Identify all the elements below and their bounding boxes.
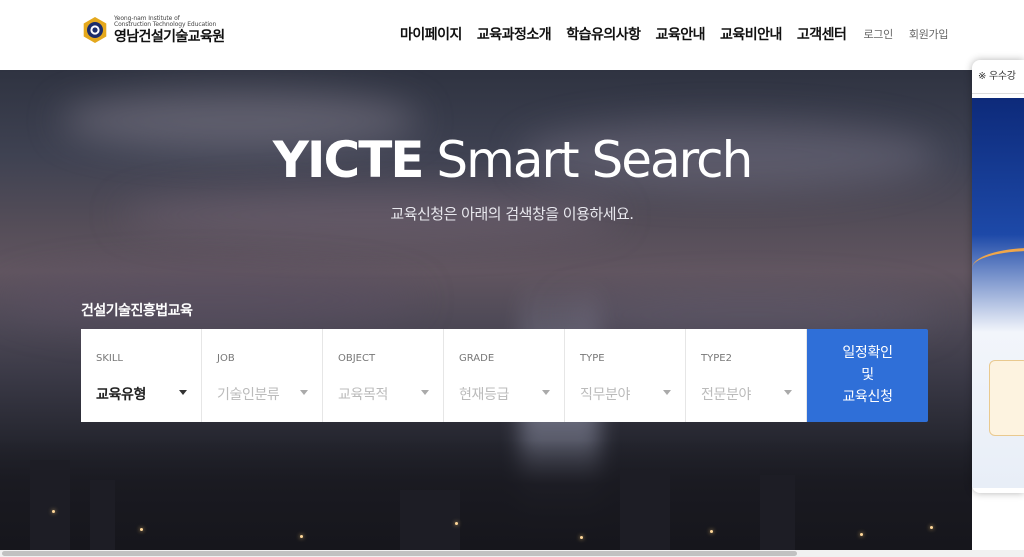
nav-item-courses[interactable]: 교육과정소개 <box>477 24 552 44</box>
grade-select[interactable]: GRADE 현재등급 <box>444 329 565 422</box>
horizontal-scrollbar-thumb[interactable] <box>2 551 797 556</box>
logo-subtitle-line2: Construction Technology Education <box>114 21 217 28</box>
hero-city-light <box>930 526 933 529</box>
object-select-label: OBJECT <box>338 353 376 364</box>
nav-item-fee-guide[interactable]: 교육비안내 <box>720 24 782 44</box>
schedule-apply-button-line2: 및 <box>861 367 874 383</box>
object-select[interactable]: OBJECT 교육목적 <box>323 329 444 422</box>
type-select[interactable]: TYPE 직무분야 <box>565 329 686 422</box>
signup-link[interactable]: 회원가입 <box>909 26 949 42</box>
side-panel-divider <box>972 93 1024 94</box>
chevron-down-icon <box>421 390 429 395</box>
login-link[interactable]: 로그인 <box>863 26 893 42</box>
main-nav: 마이페이지 교육과정소개 학습유의사항 교육안내 교육비안내 고객센터 로그인 … <box>400 24 962 44</box>
smart-search-bar: SKILL 교육유형 JOB 기술인분류 OBJECT 교육목적 GRADE 현… <box>81 329 928 422</box>
side-panel-banner[interactable] <box>972 98 1024 488</box>
hero-cityscape <box>0 440 972 550</box>
hero-title: YICTE Smart Search <box>0 131 1024 189</box>
chevron-down-icon <box>542 390 550 395</box>
hero-title-rest: Smart Search <box>436 131 753 189</box>
nav-item-education-guide[interactable]: 교육안내 <box>655 24 705 44</box>
horizontal-scrollbar[interactable] <box>0 550 1024 557</box>
type-select-label: TYPE <box>580 353 605 364</box>
skill-select-label: SKILL <box>96 353 123 364</box>
hero-building <box>400 490 460 550</box>
hero-city-light <box>710 530 713 533</box>
hero-city-light <box>300 535 303 538</box>
skill-select-value: 교육유형 <box>96 387 146 403</box>
hero-subtitle: 교육신청은 아래의 검색창을 이용하세요. <box>390 205 634 223</box>
side-promo-panel[interactable]: ※ 우수강 <box>972 60 1024 493</box>
hero-city-light <box>140 528 143 531</box>
hero-city-light <box>455 522 458 525</box>
side-panel-curve <box>972 248 1024 288</box>
job-select[interactable]: JOB 기술인분류 <box>202 329 323 422</box>
chevron-down-icon <box>179 390 187 395</box>
hero-cloud <box>0 270 420 330</box>
hero-building <box>760 475 795 550</box>
side-panel-box <box>989 360 1024 436</box>
job-select-label: JOB <box>217 353 235 364</box>
site-logo[interactable]: Yeong-nam Institute of Construction Tech… <box>81 16 225 44</box>
hero-city-light <box>580 536 583 539</box>
job-select-value: 기술인분류 <box>217 387 280 403</box>
hero-building <box>30 460 70 550</box>
chevron-down-icon <box>784 390 792 395</box>
hero-city-light <box>52 510 55 513</box>
nav-item-mypage[interactable]: 마이페이지 <box>400 24 462 44</box>
type-select-value: 직무분야 <box>580 387 630 403</box>
skill-select[interactable]: SKILL 교육유형 <box>81 329 202 422</box>
side-panel-notice: ※ 우수강 <box>978 71 1016 82</box>
object-select-value: 교육목적 <box>338 387 388 403</box>
type2-select[interactable]: TYPE2 전문분야 <box>686 329 807 422</box>
grade-select-label: GRADE <box>459 353 495 364</box>
nav-item-learning-notes[interactable]: 학습유의사항 <box>566 24 641 44</box>
search-section-label: 건설기술진흥법교육 <box>81 303 193 319</box>
chevron-down-icon <box>663 390 671 395</box>
type2-select-value: 전문분야 <box>701 387 751 403</box>
logo-name: 영남건설기술교육원 <box>114 29 225 45</box>
schedule-apply-button[interactable]: 일정확인 및 교육신청 <box>807 329 928 422</box>
type2-select-label: TYPE2 <box>701 353 732 364</box>
schedule-apply-button-line3: 교육신청 <box>842 389 893 405</box>
site-header: Yeong-nam Institute of Construction Tech… <box>0 0 1024 70</box>
logo-emblem-icon <box>81 16 109 44</box>
hero-building <box>90 480 115 550</box>
hero-title-bold: YICTE <box>272 131 425 189</box>
hero-building <box>620 470 670 550</box>
schedule-apply-button-line1: 일정확인 <box>842 345 893 361</box>
chevron-down-icon <box>300 390 308 395</box>
hero-city-light <box>860 533 863 536</box>
nav-item-customer-center[interactable]: 고객센터 <box>797 24 847 44</box>
grade-select-value: 현재등급 <box>459 387 509 403</box>
logo-text: Yeong-nam Institute of Construction Tech… <box>114 16 225 45</box>
